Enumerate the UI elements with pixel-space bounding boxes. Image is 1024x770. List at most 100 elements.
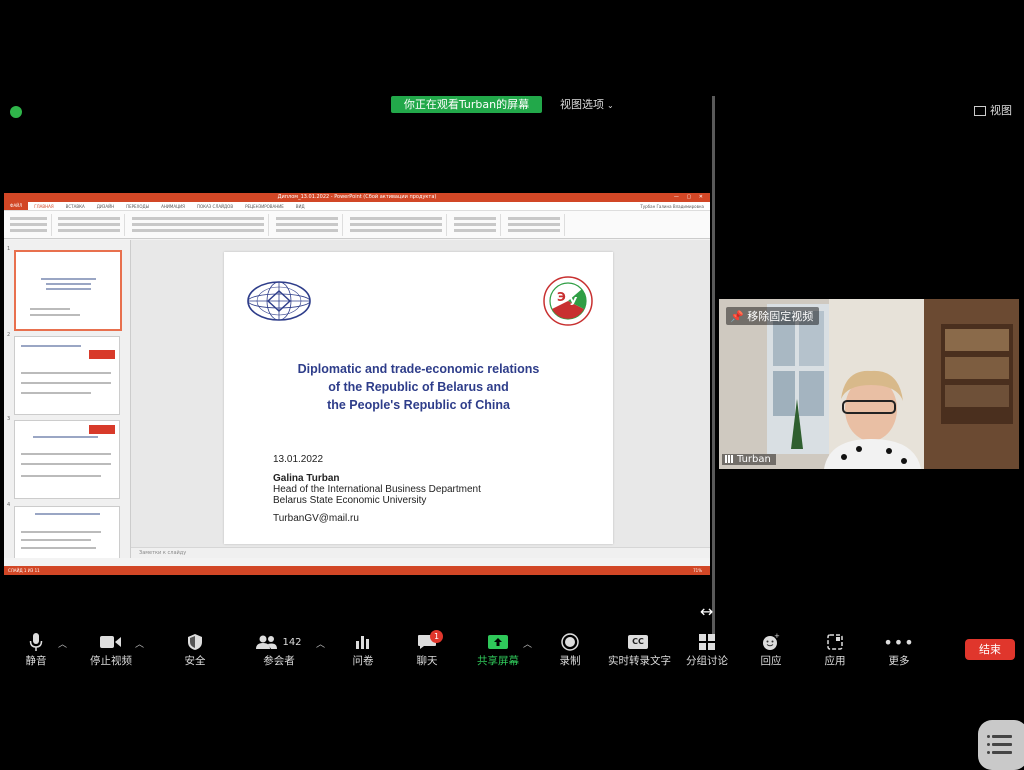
participant-name: Turban: [737, 454, 771, 465]
participants-icon: [256, 635, 278, 649]
slide-thumbnail-pane[interactable]: 1 2 3 4: [4, 240, 131, 558]
slide-thumbnail[interactable]: [14, 250, 122, 331]
ribbon-group-clipboard[interactable]: [6, 214, 52, 236]
view-options-label: 视图选项: [560, 98, 604, 111]
slide-counter: СЛАЙД 1 ИЗ 11: [8, 568, 40, 573]
presenter-role: Head of the International Business Depar…: [273, 484, 481, 506]
breakout-rooms-button[interactable]: 分组讨论: [677, 630, 737, 668]
participant-name-tag: Turban: [722, 454, 776, 465]
ppt-tab[interactable]: ПЕРЕХОДЫ: [120, 204, 155, 209]
ppt-tab[interactable]: АНИМАЦИЯ: [155, 204, 191, 209]
chevron-down-icon: ⌄: [607, 101, 614, 110]
current-slide: Э У Diplomatic and trade-economic relati…: [224, 252, 613, 544]
ppt-tab[interactable]: ГЛАВНАЯ: [28, 204, 59, 209]
floating-menu-button[interactable]: [978, 720, 1024, 770]
zoom-level[interactable]: 71%: [693, 566, 702, 575]
chat-label: 聊天: [416, 655, 438, 667]
live-transcript-label: 实时转录文字: [608, 655, 671, 667]
ppt-tab[interactable]: РЕЦЕНЗИРОВАНИЕ: [239, 204, 290, 209]
ppt-ribbon: [4, 211, 710, 239]
smiley-reaction-icon: +: [763, 633, 780, 650]
participants-button[interactable]: 142 参会者: [249, 630, 309, 668]
share-screen-label: 共享屏幕: [477, 655, 519, 667]
ppt-title-bar: Диплом_13.01.2022 - PowerPoint (Сбой акт…: [4, 193, 710, 202]
ribbon-group-paragraph[interactable]: [272, 214, 343, 236]
participant-video-tile[interactable]: 📌 移除固定视频 Turban: [719, 299, 1019, 469]
polls-label: 问卷: [352, 655, 374, 667]
ppt-user-name: Турбан Галина Владимировна: [640, 203, 704, 209]
signal-strength-icon: [725, 455, 734, 463]
window-controls-icon[interactable]: — ▢ ✕: [674, 193, 706, 202]
slide-thumbnail[interactable]: [14, 506, 120, 558]
thumb-number: 4: [7, 502, 11, 508]
reactions-button[interactable]: + 回应: [741, 630, 801, 668]
svg-text:+: +: [774, 633, 780, 640]
unpin-video-button[interactable]: 📌 移除固定视频: [726, 307, 820, 325]
slide-notes-field[interactable]: Заметки к слайду: [131, 547, 710, 558]
apps-button[interactable]: 应用: [805, 630, 865, 668]
presenter-name: Galina Turban: [273, 473, 340, 484]
globe-logo-icon: [247, 281, 311, 321]
security-label: 安全: [184, 655, 206, 667]
share-screen-button[interactable]: 共享屏幕: [468, 630, 528, 668]
more-button[interactable]: ••• 更多: [869, 630, 929, 668]
participants-label: 参会者: [263, 655, 295, 667]
ribbon-group-drawing[interactable]: [346, 214, 447, 236]
record-icon: [561, 633, 579, 651]
ppt-tab[interactable]: ВСТАВКА: [60, 204, 91, 209]
participants-options-caret-icon[interactable]: ︿: [316, 637, 325, 650]
reactions-label: 回应: [760, 655, 782, 667]
view-toggle-button[interactable]: 视图: [974, 102, 1012, 118]
pin-icon: 📌: [730, 310, 744, 323]
end-meeting-button[interactable]: 结束: [965, 639, 1015, 660]
share-options-caret-icon[interactable]: ︿: [523, 637, 532, 650]
security-shield-icon[interactable]: [10, 106, 22, 118]
thumb-number: 1: [7, 246, 11, 252]
view-toggle-label: 视图: [990, 104, 1012, 117]
security-button[interactable]: 安全: [165, 630, 225, 668]
bseu-university-logo-icon: Э У: [543, 276, 593, 326]
microphone-icon: [29, 633, 43, 651]
video-options-caret-icon[interactable]: ︿: [135, 637, 144, 650]
slide-thumbnail[interactable]: [14, 336, 120, 415]
view-options-button[interactable]: 视图选项 ⌄: [560, 96, 614, 113]
thumb-number: 2: [7, 332, 11, 338]
stop-video-button[interactable]: 停止视频: [81, 630, 141, 668]
ppt-tab[interactable]: ДИЗАЙН: [91, 204, 120, 209]
live-transcript-button[interactable]: CC 实时转录文字: [608, 630, 671, 668]
ppt-tab[interactable]: ФАЙЛ: [4, 202, 29, 210]
screen-share-banner: 你正在观看Turban的屏幕: [391, 96, 542, 113]
resize-horizontal-icon[interactable]: ↔: [700, 602, 713, 621]
meeting-toolbar: 静音 ︿ 停止视频 ︿ 安全 142 参会者 ︿ 问卷 1 聊天 共享屏幕 ︿ …: [0, 630, 1024, 672]
ppt-window-title: Диплом_13.01.2022 - PowerPoint (Сбой акт…: [277, 194, 437, 200]
presenter-position: Head of the International Business Depar…: [273, 484, 481, 495]
slide-thumbnail[interactable]: [14, 420, 120, 499]
more-label: 更多: [888, 655, 910, 667]
ribbon-group-font[interactable]: [128, 214, 269, 236]
slide-title: Diplomatic and trade-economic relations …: [224, 360, 613, 414]
logo-letter: Э: [557, 290, 566, 304]
ppt-tab[interactable]: ВИД: [290, 204, 311, 209]
ppt-tab[interactable]: ПОКАЗ СЛАЙДОВ: [191, 204, 239, 209]
mute-label: 静音: [25, 655, 47, 667]
presenter-organization: Belarus State Economic University: [273, 495, 427, 506]
shield-icon: [188, 634, 202, 650]
audio-options-caret-icon[interactable]: ︿: [58, 637, 67, 650]
participant-count: 142: [282, 636, 302, 648]
record-label: 录制: [559, 655, 581, 667]
ribbon-group-editing[interactable]: [504, 214, 565, 236]
slide-title-line: of the Republic of Belarus and: [328, 380, 509, 394]
thumb-number: 3: [7, 416, 11, 422]
breakout-rooms-label: 分组讨论: [686, 655, 728, 667]
record-button[interactable]: 录制: [540, 630, 600, 668]
chat-button[interactable]: 1 聊天: [397, 630, 457, 668]
breakout-rooms-icon: [699, 634, 715, 650]
ppt-ribbon-tabs: ФАЙЛ ГЛАВНАЯ ВСТАВКА ДИЗАЙН ПЕРЕХОДЫ АНИ…: [4, 202, 710, 211]
polls-button[interactable]: 问卷: [333, 630, 393, 668]
split-divider[interactable]: [712, 96, 715, 636]
unpin-label: 移除固定视频: [747, 310, 814, 323]
apps-icon: [827, 634, 843, 650]
ribbon-group-slides[interactable]: [54, 214, 125, 236]
mute-button[interactable]: 静音: [6, 630, 66, 668]
ribbon-group-styles[interactable]: [450, 214, 501, 236]
